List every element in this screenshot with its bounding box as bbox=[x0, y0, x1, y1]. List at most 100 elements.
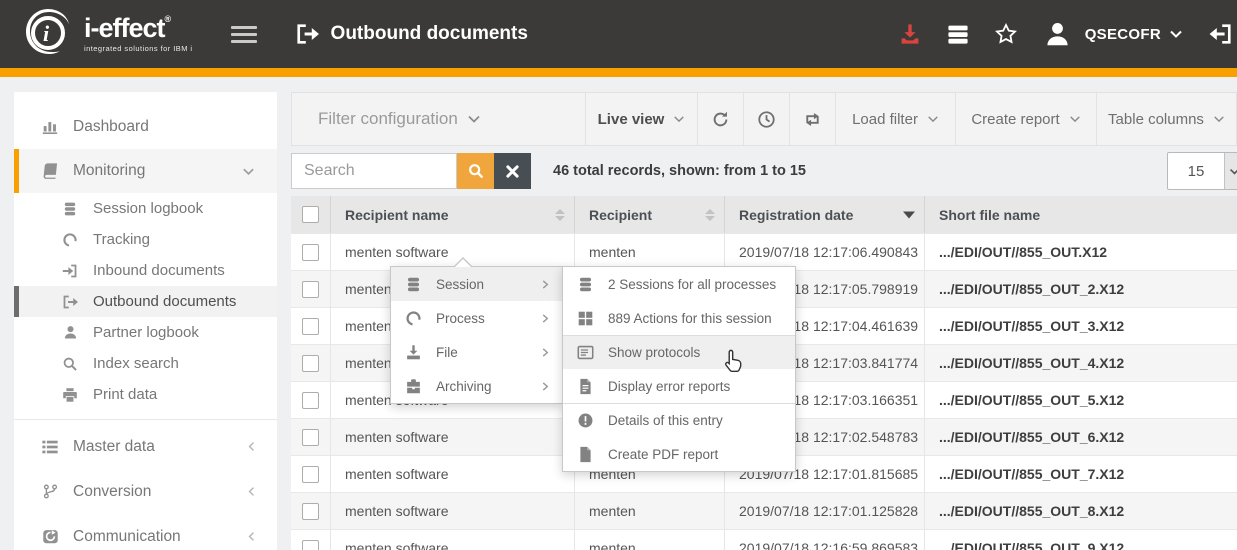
context-menu: Session Process File Archiving bbox=[390, 266, 563, 404]
menu-item-process[interactable]: Process bbox=[391, 301, 562, 335]
menu-item-archiving[interactable]: Archiving bbox=[391, 369, 562, 403]
submenu-item-actions-for-this-session[interactable]: 889 Actions for this session bbox=[563, 301, 795, 335]
cell-short-file-name: .../EDI/OUT//855_OUT_9.X12 bbox=[925, 530, 1237, 550]
cell-registration-date: 2019/07/18 12:16:59.869583 bbox=[725, 530, 925, 550]
live-view-label: Live view bbox=[598, 111, 665, 128]
sidebar-item-communication[interactable]: Communication bbox=[14, 514, 277, 550]
row-checkbox[interactable] bbox=[302, 466, 319, 483]
table-columns-dropdown[interactable]: Table columns bbox=[1097, 93, 1236, 145]
chevron-down-icon bbox=[1213, 113, 1225, 125]
sign-in-icon bbox=[60, 263, 80, 279]
submenu-item-sessions-for-all-processes[interactable]: 2 Sessions for all processes bbox=[563, 267, 795, 301]
sidebar-item-label: Monitoring bbox=[73, 162, 145, 180]
server-icon[interactable] bbox=[946, 22, 970, 46]
table-header-row: Recipient name Recipient Registration da… bbox=[291, 196, 1237, 233]
refresh-button[interactable] bbox=[698, 93, 744, 145]
magnifier-icon bbox=[60, 356, 80, 372]
info-circle-icon bbox=[577, 412, 594, 429]
chevron-right-icon bbox=[541, 382, 550, 391]
cell-short-file-name: .../EDI/OUT//855_OUT_5.X12 bbox=[925, 382, 1237, 418]
column-header-recipient-name[interactable]: Recipient name bbox=[331, 196, 575, 233]
filter-configuration-label: Filter configuration bbox=[318, 109, 458, 129]
submenu-item-details-of-this-entry[interactable]: Details of this entry bbox=[563, 403, 795, 437]
app-logo: i i-effect® integrated solutions for IBM… bbox=[22, 7, 193, 61]
sidebar-item-partner-logbook[interactable]: Partner logbook bbox=[14, 317, 277, 348]
live-view-dropdown[interactable]: Live view bbox=[586, 93, 698, 145]
logout-icon[interactable] bbox=[1209, 22, 1233, 46]
schedule-button[interactable] bbox=[744, 93, 790, 145]
column-header-recipient[interactable]: Recipient bbox=[575, 196, 725, 233]
file-text-icon bbox=[577, 378, 594, 395]
star-icon[interactable] bbox=[994, 22, 1018, 46]
sort-icon bbox=[555, 209, 565, 221]
logo-swoosh-icon: i bbox=[22, 7, 76, 61]
sidebar-item-print-data[interactable]: Print data bbox=[14, 379, 277, 410]
row-checkbox[interactable] bbox=[302, 318, 319, 335]
sidebar-item-tracking[interactable]: Tracking bbox=[14, 224, 277, 255]
svg-text:i: i bbox=[43, 21, 50, 46]
sidebar-item-monitoring[interactable]: Monitoring bbox=[14, 149, 277, 193]
database-icon bbox=[577, 276, 594, 293]
row-checkbox[interactable] bbox=[302, 281, 319, 298]
sidebar-item-label: Session logbook bbox=[93, 200, 203, 217]
filter-toolbar: Filter configuration Live view Load filt… bbox=[291, 92, 1237, 146]
table-row[interactable]: menten software menten 2019/07/18 12:17:… bbox=[291, 492, 1237, 529]
sidebar-item-dashboard[interactable]: Dashboard bbox=[14, 105, 277, 149]
create-report-dropdown[interactable]: Create report bbox=[956, 93, 1097, 145]
sidebar-item-index-search[interactable]: Index search bbox=[14, 348, 277, 379]
search-button[interactable] bbox=[457, 153, 494, 189]
menu-item-file[interactable]: File bbox=[391, 335, 562, 369]
briefcase-icon bbox=[405, 378, 422, 395]
user-menu[interactable]: QSECOFR bbox=[1044, 21, 1183, 48]
row-checkbox[interactable] bbox=[302, 503, 319, 520]
column-header-registration-date[interactable]: Registration date bbox=[725, 196, 925, 233]
menu-toggle-icon[interactable] bbox=[231, 22, 257, 47]
filter-configuration-dropdown[interactable]: Filter configuration bbox=[292, 93, 586, 145]
submenu-item-create-pdf-report[interactable]: Create PDF report bbox=[563, 437, 795, 471]
refresh-icon bbox=[711, 110, 730, 129]
page-size-value: 15 bbox=[1168, 153, 1224, 189]
row-checkbox[interactable] bbox=[302, 429, 319, 446]
cell-recipient-name: menten software bbox=[331, 419, 575, 455]
row-checkbox[interactable] bbox=[302, 355, 319, 372]
table-row[interactable]: menten software menten 2019/07/18 12:17:… bbox=[291, 233, 1237, 270]
chevron-down-icon bbox=[242, 165, 255, 178]
sidebar-item-conversion[interactable]: Conversion bbox=[14, 469, 277, 514]
sidebar-item-label: Communication bbox=[73, 528, 181, 546]
load-filter-dropdown[interactable]: Load filter bbox=[836, 93, 956, 145]
auto-reload-button[interactable] bbox=[790, 93, 836, 145]
menu-item-session[interactable]: Session bbox=[391, 267, 562, 301]
cell-recipient: menten bbox=[575, 493, 725, 529]
table-row[interactable]: menten software menten 2019/07/18 12:16:… bbox=[291, 529, 1237, 550]
search-icon bbox=[467, 162, 485, 180]
cell-short-file-name: .../EDI/OUT//855_OUT_8.X12 bbox=[925, 493, 1237, 529]
submenu-item-display-error-reports[interactable]: Display error reports bbox=[563, 369, 795, 403]
submenu-item-show-protocols[interactable]: Show protocols bbox=[563, 335, 795, 369]
username: QSECOFR bbox=[1085, 26, 1161, 43]
context-submenu: 2 Sessions for all processes 889 Actions… bbox=[562, 266, 796, 472]
sidebar-item-label: Partner logbook bbox=[93, 324, 199, 341]
share-icon bbox=[40, 528, 60, 545]
circle-icon bbox=[405, 310, 422, 327]
select-all-checkbox[interactable] bbox=[302, 206, 319, 223]
row-checkbox[interactable] bbox=[302, 244, 319, 261]
row-checkbox[interactable] bbox=[302, 540, 319, 550]
row-checkbox[interactable] bbox=[302, 392, 319, 409]
book-icon bbox=[40, 162, 60, 180]
sidebar-item-outbound-documents[interactable]: Outbound documents bbox=[14, 286, 277, 317]
search-input[interactable] bbox=[291, 153, 457, 189]
clear-search-button[interactable] bbox=[494, 153, 531, 189]
sidebar-divider bbox=[14, 419, 277, 420]
database-icon bbox=[60, 201, 80, 217]
sort-desc-icon bbox=[903, 211, 915, 218]
sidebar-item-label: Master data bbox=[73, 438, 155, 456]
sidebar-item-master-data[interactable]: Master data bbox=[14, 424, 277, 469]
column-header-short-file-name[interactable]: Short file name bbox=[925, 196, 1237, 233]
sidebar-item-session-logbook[interactable]: Session logbook bbox=[14, 193, 277, 224]
download-icon[interactable] bbox=[898, 22, 922, 46]
page-size-select[interactable]: 15 bbox=[1167, 152, 1237, 190]
cell-short-file-name: .../EDI/OUT//855_OUT_2.X12 bbox=[925, 271, 1237, 307]
sidebar-item-inbound-documents[interactable]: Inbound documents bbox=[14, 255, 277, 286]
logo-name: i-effect bbox=[84, 13, 165, 43]
cell-short-file-name: .../EDI/OUT//855_OUT.X12 bbox=[925, 234, 1237, 270]
